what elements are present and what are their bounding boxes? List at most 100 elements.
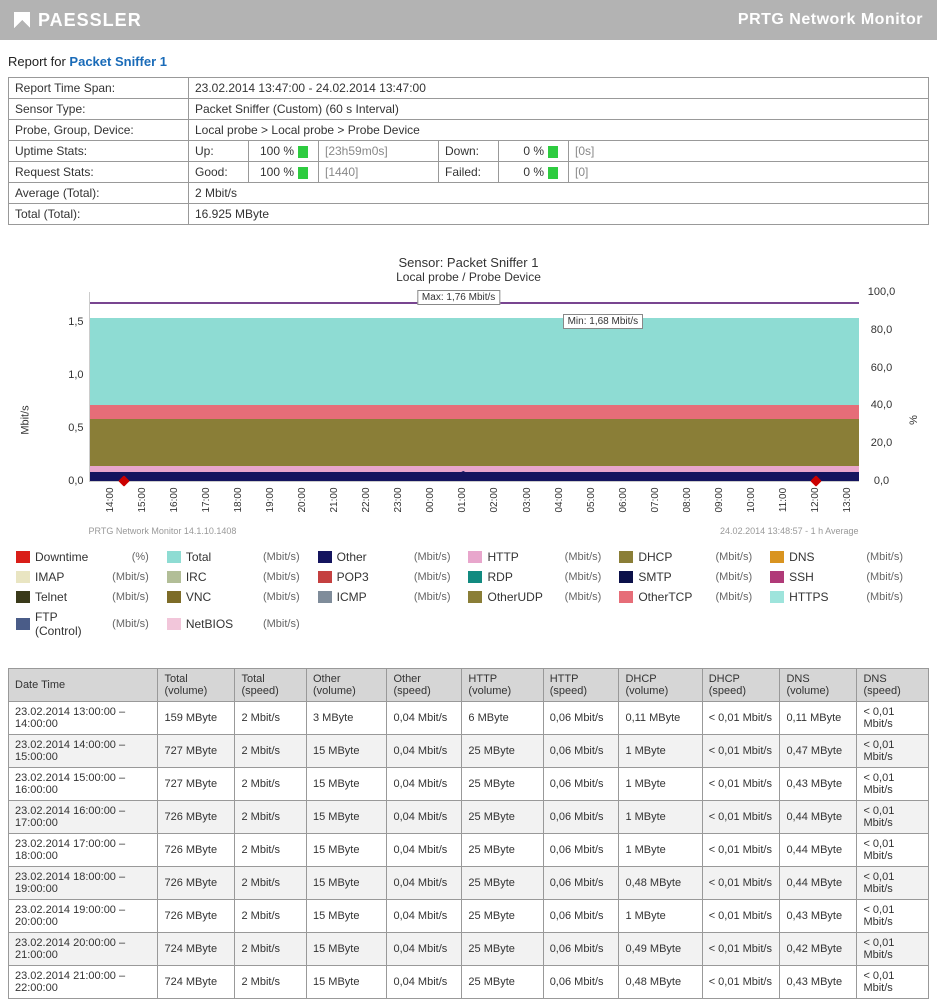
legend-unit: (Mbit/s) bbox=[414, 551, 469, 563]
xtick: 06:00 bbox=[618, 484, 654, 516]
xtick: 21:00 bbox=[329, 484, 365, 516]
legend-unit: (Mbit/s) bbox=[866, 571, 921, 583]
legend-unit: (Mbit/s) bbox=[715, 571, 770, 583]
legend-label: NetBIOS bbox=[186, 617, 233, 631]
xtick: 16:00 bbox=[169, 484, 205, 516]
xtick: 13:00 bbox=[842, 484, 878, 516]
legend-swatch-icon bbox=[619, 571, 633, 583]
table-cell: 0,04 Mbit/s bbox=[387, 834, 462, 867]
ytick-right: 100,0 bbox=[865, 286, 899, 298]
paessler-logo-icon bbox=[14, 12, 30, 28]
request-label: Request Stats: bbox=[9, 162, 189, 183]
table-cell: 0,06 Mbit/s bbox=[543, 801, 619, 834]
table-header-cell: Total (volume) bbox=[158, 669, 235, 702]
legend-unit: (Mbit/s) bbox=[715, 591, 770, 603]
legend-entry: DHCP(Mbit/s) bbox=[619, 550, 770, 564]
timespan-label: Report Time Span: bbox=[9, 78, 189, 99]
chart: Sensor: Packet Sniffer 1 Local probe / P… bbox=[8, 255, 929, 536]
legend-entry: SSH(Mbit/s) bbox=[770, 570, 921, 584]
table-cell: 726 MByte bbox=[158, 801, 235, 834]
table-row: 23.02.2014 18:00:00 – 19:00:00726 MByte2… bbox=[9, 867, 929, 900]
xtick: 15:00 bbox=[137, 484, 173, 516]
table-cell: 2 Mbit/s bbox=[235, 702, 307, 735]
table-cell: 0,44 MByte bbox=[780, 801, 857, 834]
table-row: 23.02.2014 21:00:00 – 22:00:00724 MByte2… bbox=[9, 966, 929, 999]
xtick: 17:00 bbox=[201, 484, 237, 516]
xtick: 19:00 bbox=[265, 484, 301, 516]
table-header-cell: DNS (speed) bbox=[857, 669, 929, 702]
legend-unit: (Mbit/s) bbox=[263, 618, 318, 630]
status-ok-icon bbox=[548, 146, 558, 158]
legend-swatch-icon bbox=[619, 591, 633, 603]
ytick-right: 40,0 bbox=[865, 399, 899, 411]
legend-unit: (Mbit/s) bbox=[866, 551, 921, 563]
legend-label: ICMP bbox=[337, 590, 367, 604]
table-cell: 0,44 MByte bbox=[780, 834, 857, 867]
table-cell: 0,06 Mbit/s bbox=[543, 900, 619, 933]
pgd-value: Local probe > Local probe > Probe Device bbox=[189, 120, 929, 141]
avg-value: 2 Mbit/s bbox=[189, 183, 929, 204]
legend-unit: (Mbit/s) bbox=[866, 591, 921, 603]
table-cell: 15 MByte bbox=[307, 735, 387, 768]
legend-unit: (Mbit/s) bbox=[112, 618, 167, 630]
table-row: 23.02.2014 20:00:00 – 21:00:00724 MByte2… bbox=[9, 933, 929, 966]
pgd-label: Probe, Group, Device: bbox=[9, 120, 189, 141]
table-cell: < 0,01 Mbit/s bbox=[702, 768, 780, 801]
xtick: 12:00 bbox=[810, 484, 846, 516]
legend-swatch-icon bbox=[468, 551, 482, 563]
legend-swatch-icon bbox=[468, 571, 482, 583]
legend-unit: (Mbit/s) bbox=[263, 591, 318, 603]
ytick-left: 0,0 bbox=[54, 475, 84, 487]
legend-swatch-icon bbox=[468, 591, 482, 603]
legend-unit: (Mbit/s) bbox=[565, 571, 620, 583]
y-axis-right-label: % bbox=[908, 415, 920, 425]
legend-swatch-icon bbox=[619, 551, 633, 563]
legend-entry: NetBIOS (Mbit/s) bbox=[167, 610, 318, 638]
legend-label: Downtime bbox=[35, 550, 88, 564]
table-cell: 0,49 MByte bbox=[619, 933, 702, 966]
chart-subtitle: Local probe / Probe Device bbox=[8, 270, 929, 284]
table-cell: < 0,01 Mbit/s bbox=[857, 702, 929, 735]
table-cell: 23.02.2014 19:00:00 – 20:00:00 bbox=[9, 900, 158, 933]
xtick: 10:00 bbox=[746, 484, 782, 516]
legend-swatch-icon bbox=[16, 571, 30, 583]
xtick: 20:00 bbox=[297, 484, 333, 516]
legend-swatch-icon bbox=[318, 591, 332, 603]
table-cell: < 0,01 Mbit/s bbox=[857, 801, 929, 834]
status-ok-icon bbox=[298, 146, 308, 158]
legend-label: DHCP bbox=[638, 550, 672, 564]
table-cell: 15 MByte bbox=[307, 801, 387, 834]
xtick: 03:00 bbox=[522, 484, 558, 516]
legend-entry: ICMP(Mbit/s) bbox=[318, 590, 469, 604]
table-cell: 2 Mbit/s bbox=[235, 900, 307, 933]
table-cell: 25 MByte bbox=[462, 900, 543, 933]
legend-entry: IRC(Mbit/s) bbox=[167, 570, 318, 584]
legend-entry: SMTP(Mbit/s) bbox=[619, 570, 770, 584]
table-cell: 1 MByte bbox=[619, 834, 702, 867]
table-header-cell: Date Time bbox=[9, 669, 158, 702]
legend-entry: DNS(Mbit/s) bbox=[770, 550, 921, 564]
table-cell: 0,04 Mbit/s bbox=[387, 702, 462, 735]
failed-label: Failed: bbox=[439, 162, 499, 183]
legend-entry: RDP(Mbit/s) bbox=[468, 570, 619, 584]
table-cell: < 0,01 Mbit/s bbox=[857, 834, 929, 867]
xtick: 02:00 bbox=[489, 484, 525, 516]
table-cell: 726 MByte bbox=[158, 867, 235, 900]
legend-swatch-icon bbox=[318, 551, 332, 563]
status-ok-icon bbox=[548, 167, 558, 179]
brand-text: PAESSLER bbox=[38, 10, 142, 31]
table-cell: 23.02.2014 13:00:00 – 14:00:00 bbox=[9, 702, 158, 735]
up-pct: 100 % bbox=[249, 141, 319, 162]
table-cell: < 0,01 Mbit/s bbox=[702, 702, 780, 735]
legend-unit: (Mbit/s) bbox=[565, 591, 620, 603]
chart-title: Sensor: Packet Sniffer 1 bbox=[8, 255, 929, 270]
sensor-link[interactable]: Packet Sniffer 1 bbox=[69, 54, 167, 69]
legend-entry: Other(Mbit/s) bbox=[318, 550, 469, 564]
total-label: Total (Total): bbox=[9, 204, 189, 225]
table-cell: < 0,01 Mbit/s bbox=[857, 900, 929, 933]
table-cell: 0,47 MByte bbox=[780, 735, 857, 768]
good-pct: 100 % bbox=[249, 162, 319, 183]
legend-entry: POP3(Mbit/s) bbox=[318, 570, 469, 584]
table-cell: 15 MByte bbox=[307, 900, 387, 933]
table-cell: 3 MByte bbox=[307, 702, 387, 735]
